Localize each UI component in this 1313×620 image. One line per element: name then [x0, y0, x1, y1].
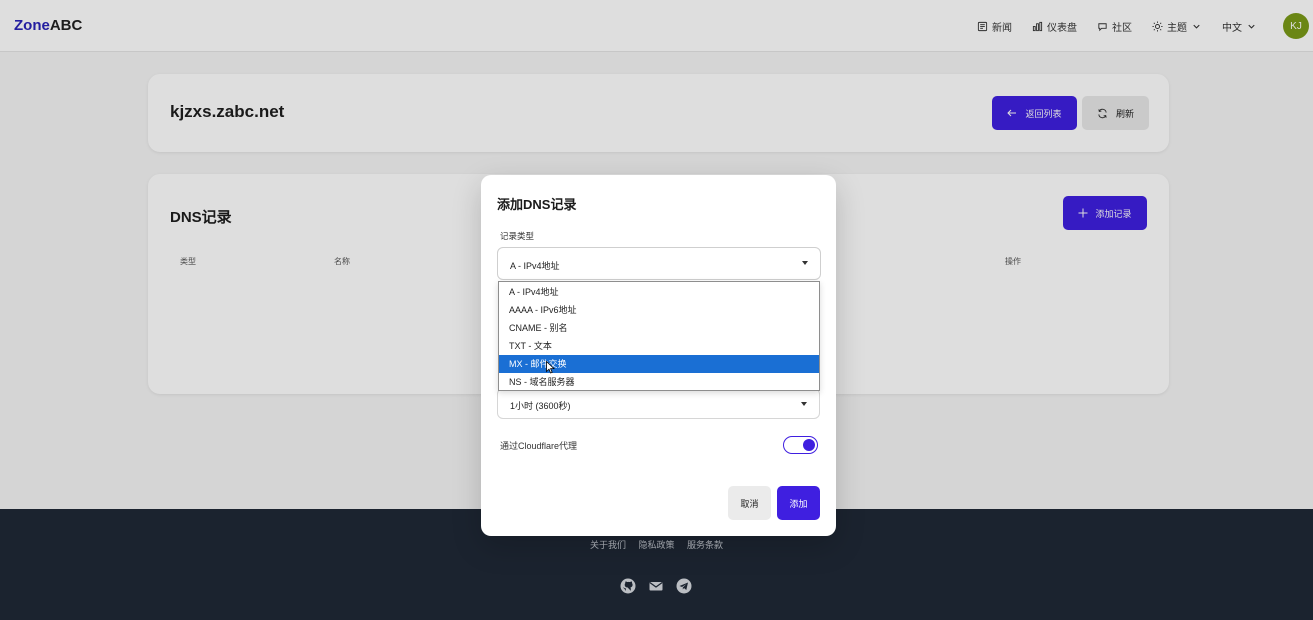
record-type-option-txt[interactable]: TXT - 文本 [499, 337, 819, 355]
record-type-value: A - IPv4地址 [510, 261, 560, 271]
record-type-option-aaaa[interactable]: AAAA - IPv6地址 [499, 301, 819, 319]
chevron-down-icon [801, 402, 807, 406]
ttl-select[interactable]: 1小时 (3600秒) [497, 388, 820, 419]
modal-title: 添加DNS记录 [497, 197, 577, 212]
add-button[interactable]: 添加 [777, 486, 820, 520]
cloudflare-proxy-toggle[interactable] [783, 436, 818, 454]
record-type-select[interactable]: A - IPv4地址 [497, 247, 821, 280]
chevron-down-icon [802, 261, 808, 265]
record-type-option-a[interactable]: A - IPv4地址 [499, 283, 819, 301]
record-type-option-cname[interactable]: CNAME - 别名 [499, 319, 819, 337]
record-type-dropdown: A - IPv4地址 AAAA - IPv6地址 CNAME - 别名 TXT … [498, 281, 820, 391]
mouse-cursor-icon [546, 361, 555, 374]
cloudflare-proxy-label: 通过Cloudflare代理 [500, 441, 578, 451]
cancel-button[interactable]: 取消 [728, 486, 771, 520]
record-type-option-ns[interactable]: NS - 域名服务器 [499, 373, 819, 391]
ttl-value: 1小时 (3600秒) [510, 401, 571, 411]
toggle-knob [803, 439, 815, 451]
record-type-label: 记录类型 [500, 231, 535, 241]
